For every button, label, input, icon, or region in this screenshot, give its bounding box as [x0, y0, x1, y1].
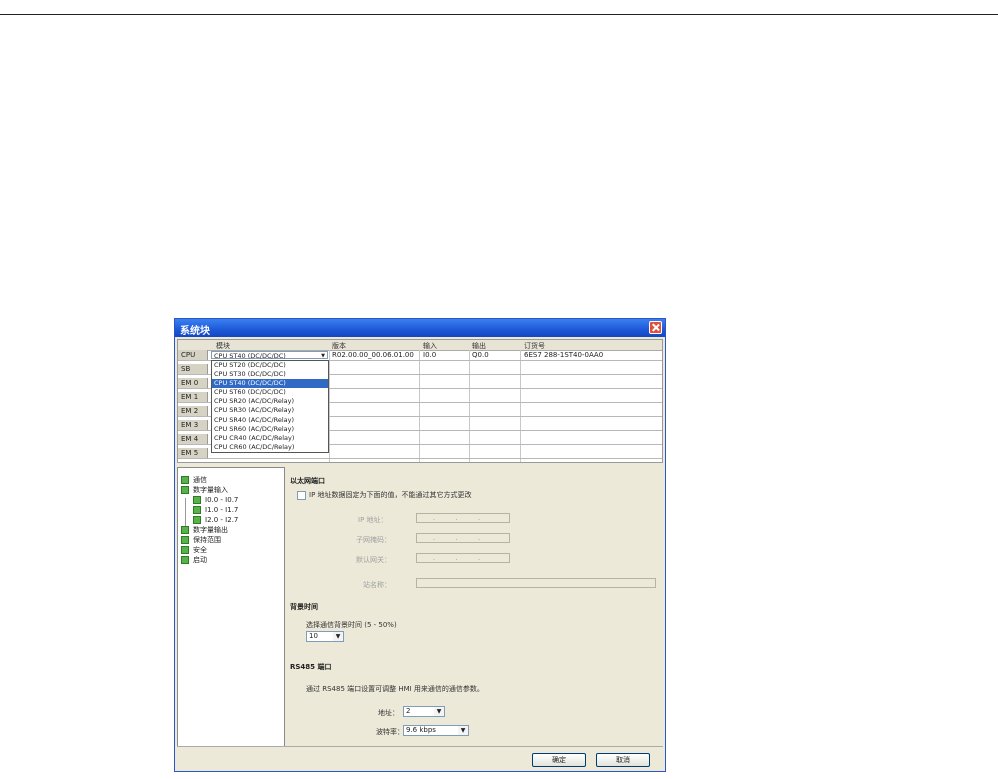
tree-item-label: 安全: [193, 546, 207, 554]
dropdown-arrow-icon[interactable]: ▼: [319, 352, 327, 360]
tree-item-label: I2.0 - I2.7: [205, 516, 239, 524]
dropdown-arrow-icon[interactable]: ▼: [458, 726, 468, 735]
tree-item-startup[interactable]: 启动: [181, 556, 207, 565]
dropdown-arrow-icon[interactable]: ▼: [434, 707, 444, 716]
tree-item-digital-input[interactable]: 数字量输入: [181, 486, 228, 495]
tree-item-label: 保持范围: [193, 536, 221, 544]
close-icon[interactable]: [649, 321, 662, 334]
rs485-heading: RS485 端口: [290, 663, 332, 671]
row-label: EM 3: [178, 420, 208, 430]
station-name-label: 站名称：: [363, 581, 391, 589]
title-bar[interactable]: 系统块: [175, 319, 665, 337]
baud-rate-value: 9.6 kbps: [406, 726, 436, 734]
subnet-mask-field[interactable]: . . .: [416, 533, 510, 543]
module-option[interactable]: CPU SR60 (AC/DC/Relay): [212, 425, 328, 434]
default-gateway-field[interactable]: . . .: [416, 553, 510, 563]
row-label: EM 1: [178, 392, 208, 402]
tree-connector: [185, 498, 186, 528]
tree-node-icon: [193, 496, 201, 504]
tree-item-label: 启动: [193, 556, 207, 564]
background-time-heading: 背景时间: [290, 603, 318, 611]
fixed-ip-checkbox[interactable]: [297, 491, 306, 500]
tree-node-icon: [193, 516, 201, 524]
button-separator: [177, 746, 663, 747]
ip-address-label: IP 地址：: [358, 516, 388, 524]
module-option-selected[interactable]: CPU ST40 (DC/DC/DC): [212, 379, 328, 389]
order-number-cell: 6ES7 288-1ST40-0AA0: [524, 351, 604, 359]
tree-node-icon: [181, 536, 189, 544]
ok-button[interactable]: 确定: [532, 753, 586, 767]
tree-node-icon: [181, 486, 189, 494]
tree-item-communication[interactable]: 通信: [181, 476, 207, 485]
tree-node-icon: [193, 506, 201, 514]
tree-node-icon: [181, 546, 189, 554]
address-select[interactable]: 2 ▼: [403, 706, 445, 717]
row-label: SB: [178, 364, 208, 374]
tree-item-i2[interactable]: I2.0 - I2.7: [193, 516, 238, 525]
ip-address-field[interactable]: . . .: [416, 513, 510, 523]
module-option[interactable]: CPU ST20 (DC/DC/DC): [212, 361, 328, 370]
baud-rate-label: 波特率：: [376, 728, 404, 736]
module-option[interactable]: CPU SR20 (AC/DC/Relay): [212, 397, 328, 406]
module-select-value: CPU ST40 (DC/DC/DC): [214, 352, 286, 360]
row-label: EM 4: [178, 434, 208, 444]
row-label: EM 5: [178, 448, 208, 458]
module-option[interactable]: CPU CR60 (AC/DC/Relay): [212, 443, 328, 452]
ethernet-heading: 以太网端口: [290, 477, 325, 485]
tree-item-security[interactable]: 安全: [181, 546, 207, 555]
tree-item-label: 数字量输入: [193, 486, 228, 494]
address-label: 地址：: [378, 709, 399, 717]
tree-item-i0[interactable]: I0.0 - I0.7: [193, 496, 238, 505]
module-option[interactable]: CPU ST60 (DC/DC/DC): [212, 388, 328, 397]
row-label: EM 0: [178, 378, 208, 388]
module-select[interactable]: CPU ST40 (DC/DC/DC) ▼: [211, 351, 328, 360]
tree-item-label: 数字量输出: [193, 526, 228, 534]
background-time-label: 选择通信背景时间 (5 - 50%): [306, 621, 397, 629]
tree-item-i1[interactable]: I1.0 - I1.7: [193, 506, 238, 515]
tree-item-retentive-ranges[interactable]: 保持范围: [181, 536, 221, 545]
module-option[interactable]: CPU SR30 (AC/DC/Relay): [212, 406, 328, 415]
tree-node-icon: [181, 556, 189, 564]
background-time-select[interactable]: 10 ▼: [306, 631, 344, 642]
rs485-description: 通过 RS485 端口设置可调整 HMI 用来通信的通信参数。: [306, 685, 484, 693]
input-cell: I0.0: [423, 351, 437, 359]
tree-node-icon: [181, 526, 189, 534]
dropdown-arrow-icon[interactable]: ▼: [333, 632, 343, 641]
module-option[interactable]: CPU SR40 (AC/DC/Relay): [212, 416, 328, 425]
tree-item-label: I1.0 - I1.7: [205, 506, 239, 514]
module-option[interactable]: CPU ST30 (DC/DC/DC): [212, 370, 328, 379]
tree-item-label: I0.0 - I0.7: [205, 496, 239, 504]
default-gateway-label: 默认网关：: [356, 556, 391, 564]
row-label: EM 2: [178, 406, 208, 416]
tree-item-digital-output[interactable]: 数字量输出: [181, 526, 228, 535]
module-dropdown-list[interactable]: CPU ST20 (DC/DC/DC) CPU ST30 (DC/DC/DC) …: [211, 360, 329, 453]
system-block-dialog: 系统块 模块 版本 输入 输出 订货号 CPU CPU ST40 (DC/DC/…: [174, 318, 666, 772]
tree-node-icon: [181, 476, 189, 484]
dialog-title: 系统块: [180, 326, 210, 337]
version-cell: R02.00.00_00.06.01.00: [332, 351, 414, 359]
page-top-rule: [0, 14, 998, 15]
module-option[interactable]: CPU CR40 (AC/DC/Relay): [212, 434, 328, 443]
output-cell: Q0.0: [472, 351, 489, 359]
background-time-value: 10: [309, 632, 318, 640]
subnet-mask-label: 子网掩码：: [356, 536, 391, 544]
settings-tree: 通信 数字量输入 I0.0 - I0.7 I1.0 - I1.7 I2.0 - …: [177, 467, 285, 747]
fixed-ip-label: IP 地址数据固定为下面的值，不能通过其它方式更改: [309, 491, 472, 499]
module-table: 模块 版本 输入 输出 订货号 CPU CPU ST40 (DC/DC/DC) …: [177, 339, 663, 463]
tree-item-label: 通信: [193, 476, 207, 484]
row-label: CPU: [178, 350, 208, 360]
station-name-field[interactable]: [416, 578, 656, 588]
address-value: 2: [406, 707, 411, 715]
baud-rate-select[interactable]: 9.6 kbps ▼: [403, 725, 469, 736]
cancel-button[interactable]: 取消: [596, 753, 650, 767]
